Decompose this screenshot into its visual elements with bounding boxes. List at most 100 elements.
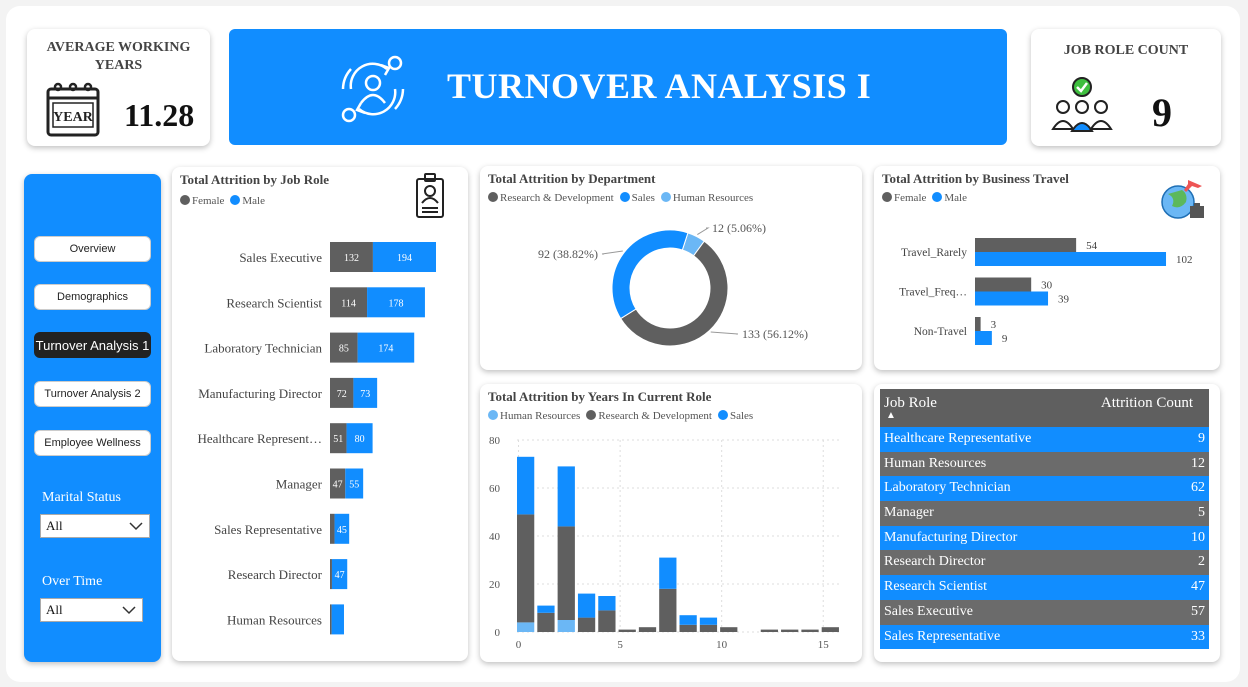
bar-segment xyxy=(598,610,616,632)
data-label: 133 (56.12%) xyxy=(742,327,808,341)
bar-male xyxy=(975,252,1167,266)
table-row[interactable]: Sales Executive 57 xyxy=(880,599,1209,625)
marital-status-dropdown[interactable]: All xyxy=(40,514,150,538)
bar-female xyxy=(330,513,335,544)
data-label-female: 51 xyxy=(333,434,343,445)
table-row[interactable]: Human Resources 12 xyxy=(880,451,1209,477)
category-label: Laboratory Technician xyxy=(204,341,322,356)
chevron-down-icon xyxy=(122,606,136,615)
cell-job-role: Laboratory Technician xyxy=(884,480,1011,496)
kpi-avg-working-years: AVERAGE WORKING YEARS YEAR 11.28 xyxy=(27,29,210,146)
bar-female xyxy=(330,559,332,590)
x-tick-label: 5 xyxy=(617,639,623,651)
job-role-bars: Sales Executive 132 194 Research Scientist 1… xyxy=(197,242,436,635)
kpi-job-role-count: JOB ROLE COUNT 9 xyxy=(1031,29,1221,146)
table-row[interactable]: Research Scientist 47 xyxy=(880,575,1209,600)
leader-line xyxy=(697,227,710,236)
cell-job-role: Manager xyxy=(884,505,934,521)
over-time-dropdown[interactable]: All xyxy=(40,598,143,622)
years-in-role-bars: 0 20 40 60 80 0 5 10 15 xyxy=(489,435,842,651)
data-label-female: 132 xyxy=(344,253,359,264)
leader-line xyxy=(601,250,623,255)
bar-female xyxy=(975,238,1077,252)
data-label-female: 54 xyxy=(1086,240,1098,252)
team-check-icon xyxy=(1051,75,1113,138)
data-label-male: 55 xyxy=(349,480,359,491)
table-row[interactable]: Manager 5 xyxy=(880,501,1209,526)
cell-attrition-count: 10 xyxy=(1191,529,1205,545)
kpi-title: JOB ROLE COUNT xyxy=(1063,43,1189,58)
bar-segment xyxy=(638,627,657,632)
x-tick-label: 15 xyxy=(818,639,830,651)
slicer-label-over-time: Over Time xyxy=(42,574,103,589)
data-label-male: 45 xyxy=(337,525,347,536)
category-label: Non-Travel xyxy=(914,326,967,338)
table-row[interactable]: Research Director 2 xyxy=(880,550,1209,576)
cell-attrition-count: 47 xyxy=(1191,579,1205,595)
cell-job-role: Healthcare Representative xyxy=(884,431,1032,446)
bar-male xyxy=(975,291,1049,306)
bar-female xyxy=(330,604,332,635)
nav-button-demographics[interactable]: Demographics xyxy=(34,284,151,310)
cell-job-role: Research Scientist xyxy=(884,579,988,595)
table-row[interactable]: Manufacturing Director 10 xyxy=(880,525,1209,551)
category-label: Research Scientist xyxy=(226,295,322,310)
nav-button-turnover-analysis-1[interactable]: Turnover Analysis 1 xyxy=(34,332,151,358)
column-header-attrition-count[interactable]: Attrition Count xyxy=(1101,395,1193,412)
chart-attrition-by-department[interactable]: Total Attrition by Department Research &… xyxy=(480,166,862,370)
category-label: Manufacturing Director xyxy=(198,386,322,401)
kpi-value: 11.28 xyxy=(124,97,195,133)
y-tick-label: 60 xyxy=(489,483,501,495)
category-label: Travel_Rarely xyxy=(901,247,967,259)
data-label-female: 72 xyxy=(337,389,347,400)
nav-button-overview[interactable]: Overview xyxy=(34,236,151,262)
x-tick-label: 10 xyxy=(716,639,728,651)
category-label: Travel_Freq… xyxy=(899,287,967,299)
y-tick-label: 20 xyxy=(489,579,501,591)
cell-attrition-count: 2 xyxy=(1198,554,1205,570)
data-label-male: 39 xyxy=(1058,294,1070,306)
data-label-male: 178 xyxy=(389,298,404,309)
table-row[interactable]: Healthcare Representative 9 xyxy=(880,427,1209,452)
bar-segment xyxy=(679,615,697,625)
data-label-female: 85 xyxy=(339,344,349,355)
cell-job-role: Human Resources xyxy=(884,455,987,471)
leader-line xyxy=(710,331,739,335)
bar-segment xyxy=(557,620,575,632)
bar-segment xyxy=(821,627,839,632)
chart-attrition-by-years-in-role[interactable]: Total Attrition by Years In Current Role… xyxy=(480,384,862,662)
bar-segment xyxy=(801,629,819,632)
bar-segment xyxy=(557,466,575,527)
nav-button-turnover-analysis-2[interactable]: Turnover Analysis 2 xyxy=(34,381,151,407)
data-label-male: 194 xyxy=(397,253,412,264)
data-label-male: 102 xyxy=(1176,254,1193,266)
svg-text:YEAR: YEAR xyxy=(53,110,94,125)
nav-button-employee-wellness[interactable]: Employee Wellness xyxy=(34,430,151,456)
bar-segment xyxy=(517,622,535,632)
table-row[interactable]: Sales Representative 33 xyxy=(880,624,1209,650)
bar-segment xyxy=(659,557,677,589)
y-tick-label: 40 xyxy=(489,531,501,543)
y-tick-label: 80 xyxy=(489,435,501,447)
bar-segment xyxy=(598,596,616,611)
bar-segment xyxy=(618,629,636,632)
data-label-male: 73 xyxy=(360,389,370,400)
chart-attrition-by-business-travel[interactable]: Total Attrition by Business Travel Femal… xyxy=(874,166,1220,370)
kpi-value: 9 xyxy=(1152,90,1172,135)
bar-segment xyxy=(760,629,779,632)
data-label: 92 (38.82%) xyxy=(538,247,598,261)
cell-job-role: Research Director xyxy=(884,554,986,570)
bar-segment xyxy=(679,624,697,632)
table-row[interactable]: Laboratory Technician 62 xyxy=(880,476,1209,502)
sort-ascending-icon[interactable]: ▲ xyxy=(886,410,896,421)
data-label-male: 80 xyxy=(355,434,365,445)
data-label-male: 9 xyxy=(1002,333,1008,345)
chart-attrition-by-job-role[interactable]: Total Attrition by Job Role Female Male … xyxy=(172,167,468,661)
category-label: Manager xyxy=(276,477,323,492)
attrition-by-job-role-table: Job Role ▲ Attrition Count Healthcare Re… xyxy=(880,389,1209,650)
bar-segment xyxy=(720,627,738,632)
bar-segment xyxy=(537,605,555,613)
cell-attrition-count: 62 xyxy=(1191,480,1205,496)
cell-job-role: Sales Executive xyxy=(884,603,974,619)
bar-segment xyxy=(517,456,535,515)
